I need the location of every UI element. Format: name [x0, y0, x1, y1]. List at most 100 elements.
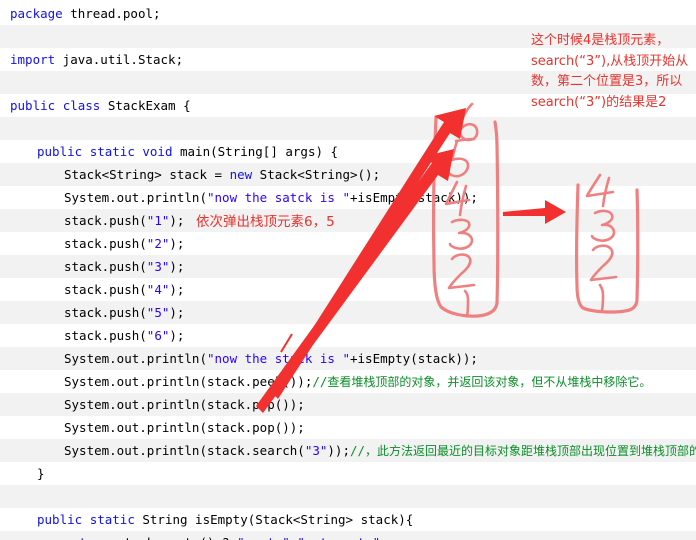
- code-line-text: import java.util.Stack;: [10, 48, 183, 71]
- screenshot-root: package thread.pool; import java.util.Sta…: [0, 0, 696, 540]
- annotation-pop-order: 依次弹出栈顶元素6，5: [196, 214, 335, 230]
- code-line[interactable]: System.out.println(stack.pop());: [0, 393, 696, 416]
- code-line[interactable]: System.out.println("now the stack is "+i…: [0, 347, 696, 370]
- code-line-text: stack.push("4");: [64, 278, 184, 301]
- code-token-txt: );: [169, 328, 185, 343]
- code-token-txt: );: [169, 259, 185, 274]
- code-token-txt: String isEmpty(Stack<String> stack){: [134, 512, 414, 527]
- code-line-text: return stack.empty() ? "empty":"not empt…: [64, 531, 388, 540]
- code-token-txt: +isEmpty(stack));: [350, 190, 478, 205]
- code-token-txt: stack.push(: [64, 282, 147, 297]
- code-line-text: stack.push("3");: [64, 255, 184, 278]
- code-token-kw: import: [10, 52, 56, 67]
- code-token-str: "not empty": [297, 535, 380, 540]
- code-token-txt: System.out.println(stack.search(: [64, 443, 305, 458]
- code-token-txt: main(String[] args) {: [172, 144, 339, 159]
- code-token-kw: public: [10, 98, 56, 113]
- code-token-kw: static: [89, 512, 135, 527]
- code-token-str: "5": [146, 305, 170, 320]
- code-token-txt: System.out.println(: [64, 351, 207, 366]
- code-line[interactable]: stack.push("3");: [0, 255, 696, 278]
- code-token-str: "3": [146, 259, 170, 274]
- code-line[interactable]: public static void main(String[] args) {: [0, 140, 696, 163]
- code-token-txt: stack.push(: [64, 213, 147, 228]
- code-line[interactable]: System.out.println(stack.search("3"));//…: [0, 439, 696, 462]
- code-token-txt: Stack<String> stack =: [64, 167, 230, 182]
- code-line-text: System.out.println(stack.search("3"));//…: [64, 439, 696, 462]
- code-token-str: "empty": [237, 535, 290, 540]
- code-token-kw: public: [37, 144, 83, 159]
- code-token-kw: public: [37, 512, 83, 527]
- code-token-kw: static: [89, 144, 135, 159]
- code-line-text: System.out.println(stack.pop());: [64, 393, 305, 416]
- code-token-str: "3": [304, 443, 328, 458]
- code-token-cmt-ascii: //: [349, 443, 366, 458]
- code-token-txt: stack.push(: [64, 328, 147, 343]
- code-token-str: "now the satck is ": [207, 190, 350, 205]
- code-line[interactable]: Stack<String> stack = new Stack<String>(…: [0, 163, 696, 186]
- code-line[interactable]: [0, 117, 696, 140]
- code-line[interactable]: stack.push("5");: [0, 301, 696, 324]
- code-line[interactable]: stack.push("4");: [0, 278, 696, 301]
- code-token-str: "1": [146, 213, 170, 228]
- code-line[interactable]: }: [0, 462, 696, 485]
- code-token-str: "now the stack is ": [207, 351, 350, 366]
- code-line[interactable]: stack.push("6");: [0, 324, 696, 347]
- code-line[interactable]: public static String isEmpty(Stack<Strin…: [0, 508, 696, 531]
- code-token-str: "4": [146, 282, 170, 297]
- code-token-txt: }: [37, 466, 45, 481]
- code-token-str: "6": [146, 328, 170, 343]
- code-token-txt: System.out.println(stack.peek());: [64, 374, 313, 389]
- code-line[interactable]: System.out.println(stack.peek());//查看堆栈顶…: [0, 370, 696, 393]
- code-token-txt: +isEmpty(stack));: [350, 351, 478, 366]
- code-line-text: stack.push("2");: [64, 232, 184, 255]
- code-line-text: stack.push("1");: [64, 209, 184, 232]
- code-token-txt: stack.push(: [64, 236, 147, 251]
- code-token-txt: stack.push(: [64, 259, 147, 274]
- code-token-txt: );: [169, 213, 185, 228]
- code-line-text: System.out.println("now the satck is "+i…: [64, 186, 478, 209]
- code-token-kw: void: [142, 144, 173, 159]
- code-line[interactable]: package thread.pool;: [0, 2, 696, 25]
- code-line-text: public static String isEmpty(Stack<Strin…: [37, 508, 413, 531]
- code-token-txt: stack.empty() ?: [109, 535, 237, 540]
- annotation-search-explanation: 这个时候4是栈顶元素，search(“3”),从栈顶开始从数，第二个位置是3，所…: [531, 33, 689, 110]
- code-token-kw: class: [62, 98, 101, 113]
- code-line[interactable]: stack.push("2");: [0, 232, 696, 255]
- code-token-txt: stack.push(: [64, 305, 147, 320]
- code-line-text: System.out.println(stack.pop());: [64, 416, 305, 439]
- code-token-txt: );: [169, 282, 185, 297]
- code-line-text: Stack<String> stack = new Stack<String>(…: [64, 163, 380, 186]
- code-line-text: public static void main(String[] args) {: [37, 140, 338, 163]
- code-line[interactable]: System.out.println("now the satck is "+i…: [0, 186, 696, 209]
- code-token-kw: return: [64, 535, 109, 540]
- code-token-cmt-ascii: //: [312, 374, 328, 389]
- code-line-text: System.out.println("now the stack is "+i…: [64, 347, 478, 370]
- code-token-txt: java.util.Stack;: [55, 52, 184, 67]
- code-token-txt: ;: [380, 535, 388, 540]
- code-token-txt: StackExam {: [100, 98, 191, 113]
- code-token-cmt: ，此方法返回最近的目标对象距堆栈顶部出现位置到堆栈顶部的距离；: [365, 444, 696, 458]
- code-token-kw: package: [10, 6, 63, 21]
- code-line-text: public class StackExam {: [10, 94, 191, 117]
- code-line-text: }: [37, 462, 45, 485]
- code-token-txt: thread.pool;: [62, 6, 161, 21]
- code-line-text: stack.push("5");: [64, 301, 184, 324]
- code-line[interactable]: return stack.empty() ? "empty":"not empt…: [0, 531, 696, 540]
- code-line-text: System.out.println(stack.peek());//查看堆栈顶…: [64, 370, 651, 393]
- code-token-txt: System.out.println(: [64, 190, 207, 205]
- code-token-cmt: 查看堆栈顶部的对象，并返回该对象，但不从堆栈中移除它。: [327, 375, 652, 389]
- code-line[interactable]: System.out.println(stack.pop());: [0, 416, 696, 439]
- code-line-text: stack.push("6");: [64, 324, 184, 347]
- code-token-txt: System.out.println(stack.pop());: [64, 420, 305, 435]
- code-token-txt: ));: [327, 443, 350, 458]
- code-token-txt: );: [169, 236, 185, 251]
- code-token-txt: );: [169, 305, 185, 320]
- code-line[interactable]: [0, 485, 696, 508]
- code-line[interactable]: stack.push("1");: [0, 209, 696, 232]
- code-token-kw: new: [229, 167, 253, 182]
- code-token-txt: System.out.println(stack.pop());: [64, 397, 305, 412]
